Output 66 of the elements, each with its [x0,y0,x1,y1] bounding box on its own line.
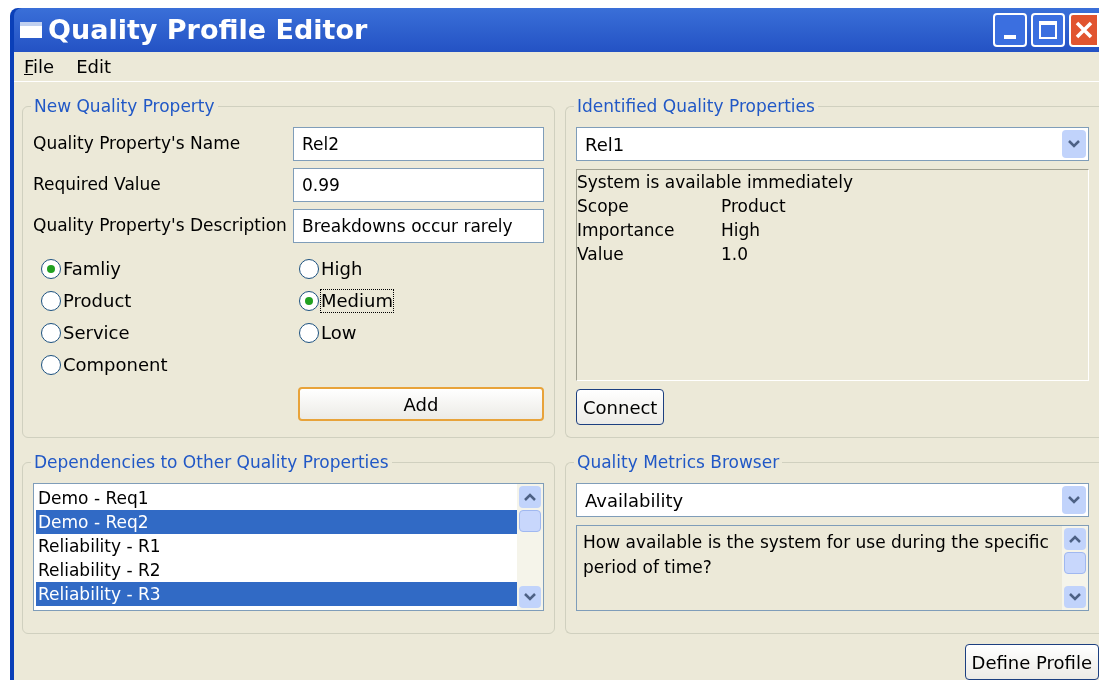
scrollbar[interactable] [517,484,543,610]
group-title: Quality Metrics Browser [574,452,783,472]
chevron-up-icon [524,493,536,501]
window-icon [20,22,42,38]
dropdown-button[interactable] [1062,486,1086,514]
combo-box[interactable]: Rel1 [576,127,1089,161]
menu-item[interactable]: File [24,53,55,80]
chevron-down-icon [1069,593,1081,601]
text-field[interactable]: Rel2 [293,127,544,161]
description-text: System is available immediately [577,171,855,194]
chevron-down-icon [524,593,536,601]
radio-button[interactable] [41,323,61,343]
text-field[interactable]: 0.99 [293,168,544,202]
add-button[interactable]: Add [298,387,544,421]
detail-key: Scope [577,194,721,218]
text-field[interactable]: Breakdowns occur rarely [293,209,544,243]
field-label: Quality Property's Name [33,132,242,156]
radio-button[interactable] [299,259,319,279]
dropdown-button[interactable] [1062,130,1086,158]
list-item[interactable]: Reliability - R2 [36,558,517,582]
scrollbar[interactable] [1062,526,1088,610]
radio-label[interactable]: Low [321,322,357,344]
radio-button[interactable] [41,259,61,279]
list-item[interactable]: Reliability - R1 [36,534,517,558]
detail-value: 1.0 [721,243,749,266]
radio-button[interactable] [299,291,319,311]
minimize-button[interactable] [993,13,1027,47]
detail-key: Value [577,242,721,266]
scroll-thumb[interactable] [519,510,541,532]
radio-button[interactable] [41,291,61,311]
scroll-down-button[interactable] [1064,586,1086,608]
detail-value: Product [721,195,786,218]
define-profile-button[interactable]: Define Profile [964,644,1099,680]
close-icon [1075,21,1093,39]
scroll-up-button[interactable] [1064,528,1086,550]
chevron-down-icon [1068,496,1080,504]
radio-button[interactable] [299,323,319,343]
combo-box[interactable]: Availability [576,483,1089,517]
list-item[interactable]: Demo - Req1 [36,486,517,510]
detail-value: High [721,219,761,242]
group-title: Identified Quality Properties [574,96,818,116]
group-title: New Quality Property [31,96,218,116]
window-title: Quality Profile Editor [48,12,369,47]
field-label: Required Value [33,173,162,197]
group-title: Dependencies to Other Quality Properties [31,452,392,472]
radio-label[interactable]: Medium [321,290,393,312]
connect-button[interactable]: Connect [576,389,665,425]
chevron-up-icon [1069,535,1081,543]
radio-button[interactable] [41,355,61,375]
chevron-down-icon [1068,140,1080,148]
maximize-button[interactable] [1031,13,1065,47]
detail-key: Importance [577,218,721,242]
list-item[interactable]: Demo - Req2 [36,510,517,534]
field-label: Quality Property's Description [33,214,288,238]
list-item[interactable]: Reliability - R3 [36,582,517,606]
scroll-thumb[interactable] [1064,552,1086,574]
radio-label[interactable]: Product [63,290,132,312]
radio-label[interactable]: Famliy [63,258,121,280]
radio-label[interactable]: Service [63,322,130,344]
menu-item[interactable]: Edit [76,53,111,80]
radio-label[interactable]: Component [63,354,168,376]
scroll-down-button[interactable] [519,586,541,608]
close-button[interactable] [1069,13,1099,47]
metric-description: How available is the system for use during the specific period of time? [582,531,1050,579]
radio-label[interactable]: High [321,258,363,280]
scroll-up-button[interactable] [519,486,541,508]
